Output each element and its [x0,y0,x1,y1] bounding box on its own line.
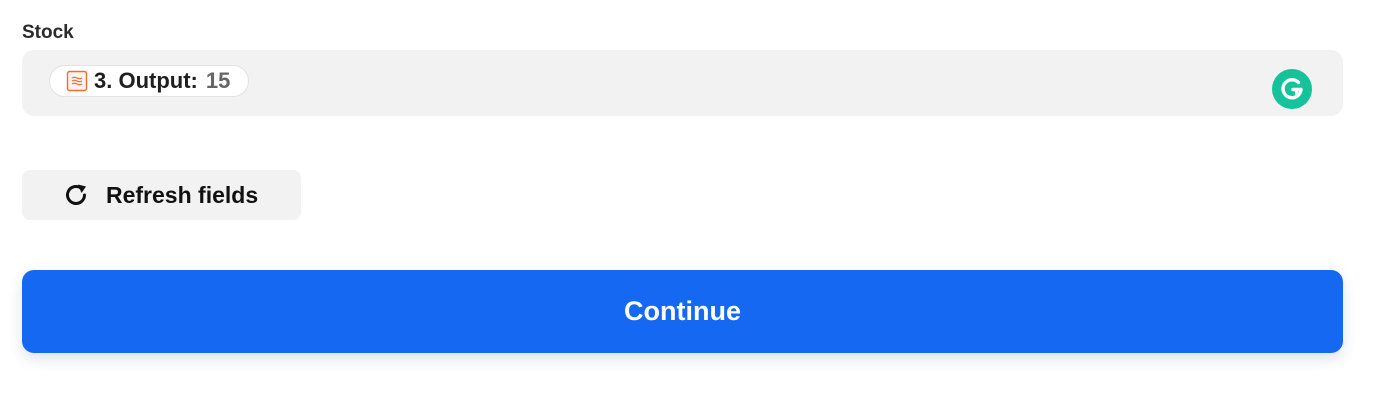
stock-field-input[interactable]: 3. Output: 15 [22,50,1343,116]
refresh-fields-button[interactable]: Refresh fields [22,170,301,220]
grammarly-icon[interactable] [1272,69,1312,109]
continue-label: Continue [624,296,741,326]
token-label: 3. Output: [94,68,198,93]
stock-field-label: Stock [22,22,74,43]
continue-button[interactable]: Continue [22,270,1343,353]
refresh-fields-label: Refresh fields [106,181,259,208]
formatter-step-icon [66,70,88,92]
refresh-icon [62,181,90,209]
mapped-data-token[interactable]: 3. Output: 15 [49,65,250,97]
token-value: 15 [205,68,231,93]
